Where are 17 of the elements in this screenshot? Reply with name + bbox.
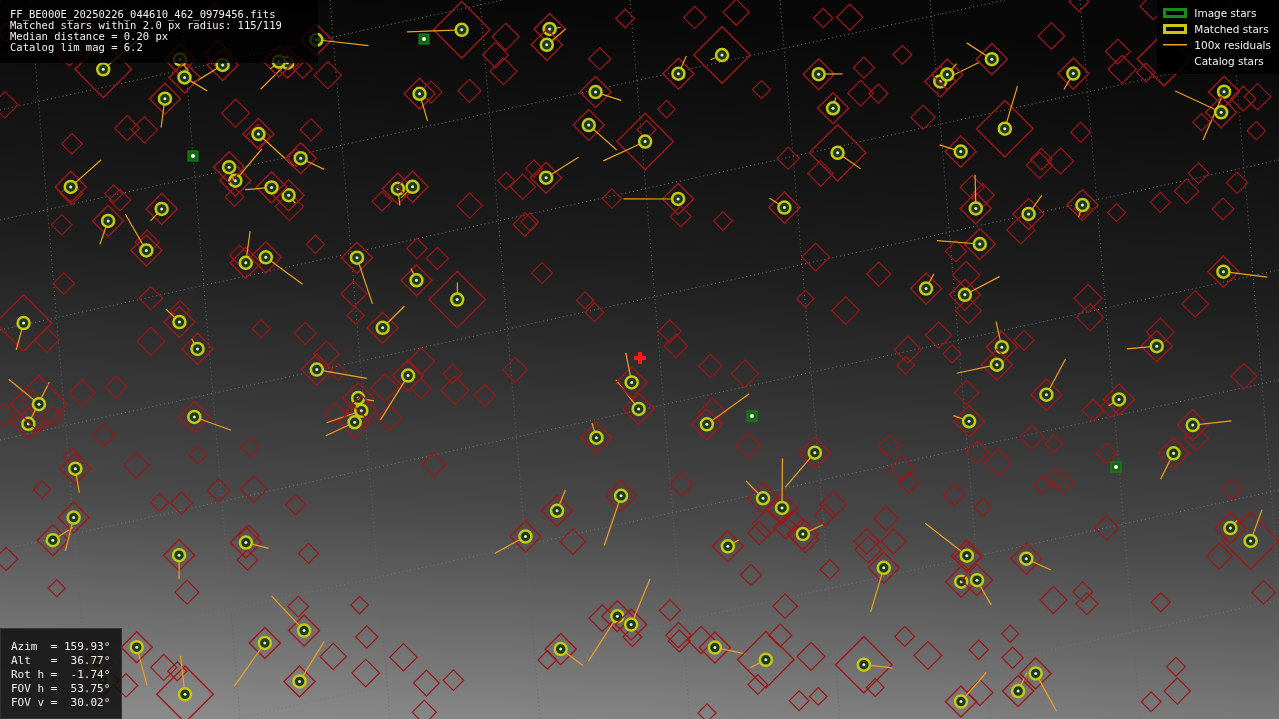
info-text: Catalog lim mag = 6.2 bbox=[10, 42, 144, 53]
legend-label: Image stars bbox=[1194, 6, 1257, 20]
info-text: FF_BE000E_20250226_044610_462_0979456.fits bbox=[10, 9, 276, 20]
pointing-text: FOV h = 53.75° bbox=[11, 682, 112, 696]
pointing-text: FOV v = 30.02° bbox=[11, 696, 112, 710]
matched-star-swatch-icon bbox=[1163, 24, 1188, 34]
legend-label: Catalog stars bbox=[1194, 54, 1264, 68]
legend-label: 100x residuals bbox=[1194, 38, 1271, 52]
pointing-text: Alt = 36.77° bbox=[11, 654, 112, 668]
info-text: Median distance = 0.20 px bbox=[10, 31, 169, 42]
legend-label: Matched stars bbox=[1194, 22, 1269, 36]
info-text: Matched stars within 2.0 px radius: 115/119 bbox=[10, 20, 283, 31]
pointing-text: Rot h = -1.74° bbox=[11, 668, 112, 682]
image-star-swatch-icon bbox=[1163, 8, 1188, 18]
pointing-text: Azim = 159.93° bbox=[11, 640, 112, 654]
residual-line-icon bbox=[1163, 43, 1188, 47]
center-cross-icon bbox=[634, 352, 646, 364]
